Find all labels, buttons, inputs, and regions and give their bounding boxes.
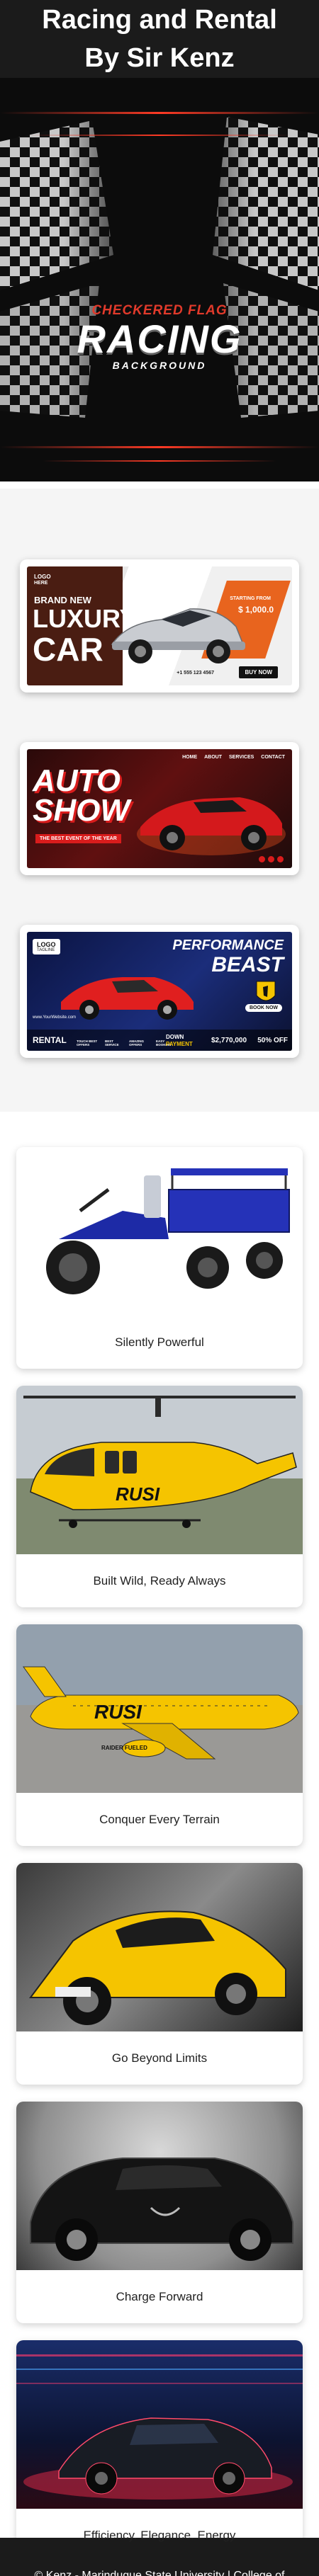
beast-book-now-button[interactable]: BOOK NOW <box>245 1004 282 1012</box>
banner-card-performance-beast[interactable]: LOGO TAGLINE PERFORMANCE BEAST BOOK NOW … <box>20 925 299 1058</box>
gallery-card[interactable]: Charge Forward <box>16 2102 303 2323</box>
auto-show-menu-item[interactable]: ABOUT <box>204 755 222 760</box>
auto-show-title2: SHOW <box>33 793 130 828</box>
beast-title2: BEAST <box>211 953 284 976</box>
auto-show-tagline: THE BEST EVENT OF THE YEAR <box>35 834 121 843</box>
beast-price: $2,770,000 <box>211 1037 247 1044</box>
beast-spec: AMAZING OFFERS <box>129 1039 144 1047</box>
beast-logo-sub: TAGLINE <box>37 948 55 952</box>
banner-phone: +1 555 123 4567 <box>177 671 214 676</box>
yellow-airplane-icon <box>23 1666 299 1760</box>
gallery-card[interactable]: Silently Powerful <box>16 1147 303 1369</box>
footer-text: © Kenz - Marinduque State University | C… <box>34 2570 285 2576</box>
beast-title1: PERFORMANCE <box>172 937 284 953</box>
beast-specs: TOUCH BEST OFFERS BEST SERVICE AMAZING O… <box>77 1039 176 1047</box>
black-hypercar-icon <box>30 2158 293 2261</box>
helicopter-livery: RUSI <box>116 1483 160 1505</box>
auto-show-social-icons <box>259 856 284 862</box>
banner-buy-now-button[interactable]: BUY NOW <box>239 666 278 678</box>
gallery-caption: Built Wild, Ready Always <box>93 1574 226 1588</box>
social-icon[interactable] <box>268 856 274 862</box>
red-sports-car-icon <box>137 797 286 855</box>
hero-title: RACING <box>77 317 242 361</box>
beast-rental: RENTAL <box>33 1035 67 1045</box>
silver-sports-car-icon <box>111 608 245 663</box>
gallery-photo <box>16 1147 303 1316</box>
auto-show-title-block: AUTO SHOW <box>33 763 130 837</box>
banner-card-luxury-car[interactable]: LOGO HERE BRAND NEW LUXURY CAR STARTING … <box>20 559 299 693</box>
gallery-card[interactable]: RUSI RAIDER FUELED Conquer Every Terrain <box>16 1624 303 1846</box>
beast-spec: BEST SERVICE <box>105 1039 119 1047</box>
social-icon[interactable] <box>259 856 265 862</box>
gallery-photo: RUSI <box>16 1386 303 1554</box>
social-icon[interactable] <box>277 856 284 862</box>
site-title: Racing and Rental By Sir Kenz <box>0 1 319 77</box>
promo-banners: LOGO HERE BRAND NEW LUXURY CAR STARTING … <box>0 489 319 1112</box>
beast-payment: PAYMENT <box>166 1041 193 1047</box>
banner-title-big2: CAR <box>33 631 103 668</box>
banner-card-auto-show[interactable]: AUTO SHOW THE BEST EVENT OF THE YEAR HOM… <box>20 742 299 875</box>
cargo-motorcycle-icon <box>46 1168 290 1294</box>
gallery-photo <box>16 2102 303 2270</box>
beast-down: DOWN <box>166 1034 184 1040</box>
performance-beast-banner: LOGO TAGLINE PERFORMANCE BEAST BOOK NOW … <box>27 932 292 1051</box>
gallery-photo <box>16 1863 303 2031</box>
auto-show-menu-item[interactable]: HOME <box>182 755 197 760</box>
luxury-car-banner: LOGO HERE BRAND NEW LUXURY CAR STARTING … <box>27 566 292 685</box>
hero-text: CHECKERED FLAG RACING BACKGROUND <box>0 303 319 371</box>
auto-show-menu-item[interactable]: CONTACT <box>261 755 285 760</box>
beast-logo: LOGO <box>37 941 56 948</box>
hero-subtitle: BACKGROUND <box>112 360 207 371</box>
gallery-card[interactable]: Go Beyond Limits <box>16 1863 303 2085</box>
beast-spec: TOUCH BEST OFFERS <box>77 1039 98 1047</box>
site-title-line1: Racing and Rental <box>42 5 277 35</box>
yellow-helicopter-icon <box>23 1396 297 1528</box>
yellow-supercar-icon <box>29 1910 286 2025</box>
auto-show-menu: HOME ABOUT SERVICES CONTACT <box>182 755 285 760</box>
banner-logo-sub: HERE <box>34 581 48 586</box>
gallery-caption: Go Beyond Limits <box>111 2051 208 2065</box>
site-title-line2: By Sir Kenz <box>84 43 235 73</box>
banner-logo: LOGO <box>34 574 51 580</box>
gallery-card[interactable]: Efficiency. Elegance. Energy <box>16 2340 303 2562</box>
ferrari-shield-icon <box>256 981 276 1001</box>
neon-sports-car-icon <box>16 2354 303 2500</box>
airplane-sublivery: RAIDER FUELED <box>101 1745 147 1751</box>
gallery-card[interactable]: RUSI Built Wild, Ready Always <box>16 1386 303 1607</box>
gallery-caption: Charge Forward <box>116 2290 203 2303</box>
vehicle-gallery: Silently Powerful RUSI Built Wild, Ready… <box>0 1112 319 2562</box>
gallery-caption: Conquer Every Terrain <box>99 1813 220 1826</box>
banner-price-label: STARTING FROM <box>230 596 271 601</box>
auto-show-banner: AUTO SHOW THE BEST EVENT OF THE YEAR HOM… <box>27 749 292 868</box>
auto-show-menu-item[interactable]: SERVICES <box>229 755 254 760</box>
beast-discount: 50% OFF <box>257 1037 288 1044</box>
hero-banner: CHECKERED FLAG RACING BACKGROUND <box>0 78 319 489</box>
gallery-photo <box>16 2340 303 2509</box>
checkered-flag-graphic <box>0 78 319 489</box>
banner-price: $ 1,000.0 <box>237 605 274 615</box>
airplane-livery: RUSI <box>94 1701 142 1723</box>
beast-logo-box: LOGO TAGLINE <box>33 939 60 954</box>
auto-show-title1: AUTO <box>33 763 121 798</box>
gallery-photo: RUSI RAIDER FUELED <box>16 1624 303 1793</box>
gallery-caption: Silently Powerful <box>115 1335 204 1349</box>
beast-website: www.YourWebsite.com <box>33 1015 77 1020</box>
red-ferrari-car-icon <box>61 977 194 1020</box>
site-header: Racing and Rental By Sir Kenz <box>0 0 319 78</box>
